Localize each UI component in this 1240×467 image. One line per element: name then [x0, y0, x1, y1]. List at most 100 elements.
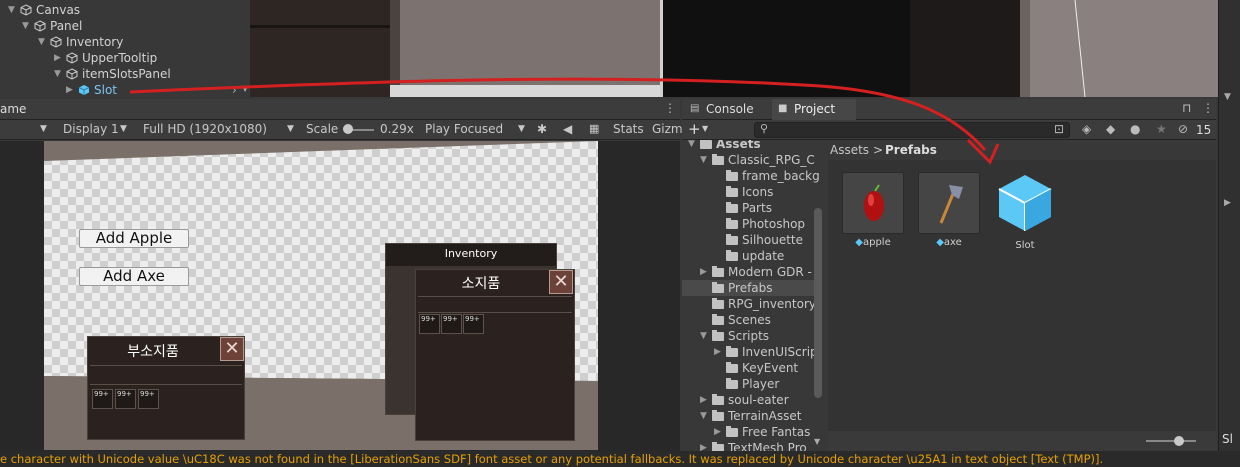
tree-item-icons[interactable]: Icons	[726, 184, 773, 200]
tree-item-scripts[interactable]: ▼ Scripts	[700, 328, 769, 344]
collapse-arrow-icon[interactable]: ▶	[700, 267, 712, 277]
tree-item-invenuiscript[interactable]: ▶ InvenUIScrip	[714, 344, 818, 360]
lock-icon[interactable]: ⊓	[1182, 101, 1191, 115]
play-mode-select[interactable]: Play Focused	[425, 122, 503, 136]
console-status-message[interactable]: e character with Unicode value \uC18C wa…	[0, 451, 1240, 467]
tab-console[interactable]: Console	[706, 102, 754, 116]
collapse-arrow-icon[interactable]: ▶	[1224, 198, 1231, 208]
scene-view[interactable]	[250, 0, 1218, 97]
bug-icon[interactable]: ✱	[537, 122, 547, 136]
tree-item-frame-background[interactable]: frame_backg	[726, 168, 820, 184]
tree-item-player[interactable]: Player	[726, 376, 779, 392]
warning-filter-icon[interactable]: ●	[1130, 122, 1140, 136]
favorite-star-icon[interactable]: ★	[1156, 122, 1167, 136]
inventory-slot[interactable]: 99+	[441, 314, 462, 334]
inventory-slot[interactable]: 99+	[92, 389, 113, 409]
chevron-right-icon[interactable]: ›	[232, 83, 237, 97]
asset-axe[interactable]: ◆axe	[918, 172, 980, 248]
icon-size-slider[interactable]	[1146, 440, 1196, 442]
more-options-icon[interactable]: ⋮	[1202, 101, 1214, 115]
inventory-slot[interactable]: 99+	[463, 314, 484, 334]
dropdown-arrow-icon[interactable]: ▼	[518, 124, 525, 134]
resolution-select[interactable]: Full HD (1920x1080)	[143, 122, 267, 136]
dropdown-arrow-icon[interactable]: ▼	[702, 124, 708, 133]
hierarchy-item-label: itemSlotsPanel	[82, 67, 171, 81]
search-options-icon[interactable]: ⊡	[1054, 122, 1064, 136]
tree-item-assets[interactable]: ▼ Assets	[688, 140, 761, 152]
grid-icon[interactable]: ▦	[589, 122, 599, 135]
dropdown-arrow-icon[interactable]: ▼	[287, 124, 294, 134]
breadcrumb-prefabs[interactable]: Prefabs	[885, 143, 937, 157]
inventory-slot[interactable]: 99+	[419, 314, 440, 334]
expand-arrow-icon[interactable]: ▼	[54, 69, 66, 79]
collapse-arrow-icon[interactable]: ▶	[54, 53, 66, 63]
expand-arrow-icon[interactable]: ▼	[22, 21, 34, 31]
more-options-icon[interactable]: ⋮	[664, 101, 676, 115]
collapse-arrow-icon[interactable]: ▶	[714, 427, 726, 437]
add-apple-button[interactable]: Add Apple	[79, 229, 189, 248]
scroll-down-icon[interactable]: ▼	[814, 437, 820, 446]
icon-size-slider-handle[interactable]	[1174, 436, 1184, 446]
add-icon[interactable]: +	[688, 120, 701, 138]
tree-item-scenes[interactable]: Scenes	[712, 312, 771, 328]
tab-project[interactable]: ■ Project	[772, 99, 856, 120]
close-icon[interactable]: ✕	[220, 337, 244, 361]
tree-item-update[interactable]: update	[726, 248, 784, 264]
label-icon[interactable]: ◆	[1106, 122, 1115, 136]
hierarchy-item-panel[interactable]: ▼ Panel	[22, 18, 82, 34]
tree-item-label: Player	[742, 377, 780, 391]
collapse-arrow-icon[interactable]: ▶	[66, 85, 78, 95]
hierarchy-item-slot[interactable]: ▶ Slot	[66, 82, 117, 98]
tree-item-silhouette[interactable]: Silhouette	[726, 232, 803, 248]
search-input[interactable]: ⚲	[754, 122, 1070, 138]
tree-item-modern-gdr[interactable]: ▶ Modern GDR -	[700, 264, 812, 280]
inventory-slot[interactable]: 99+	[138, 389, 159, 409]
folder-icon	[726, 185, 738, 197]
dropdown-arrow-icon[interactable]: ▼	[40, 124, 47, 134]
display-select[interactable]: Display 1	[63, 122, 119, 136]
expand-arrow-icon[interactable]: ▼	[38, 37, 50, 47]
hierarchy-item-canvas[interactable]: ▼ Canvas	[8, 2, 80, 18]
tree-item-label: Photoshop	[742, 217, 806, 231]
tree-item-rpg-inventory[interactable]: RPG_inventory	[712, 296, 816, 312]
collapse-arrow-icon[interactable]: ▶	[714, 347, 726, 357]
dropdown-arrow-icon[interactable]: ▼	[1224, 92, 1231, 102]
expand-arrow-icon[interactable]: ▼	[8, 5, 20, 15]
hierarchy-item-itemslotspanel[interactable]: ▼ itemSlotsPanel	[54, 66, 171, 82]
tree-scrollbar[interactable]	[814, 208, 822, 398]
expand-arrow-icon[interactable]: ▼	[700, 411, 712, 421]
dropdown-arrow-icon[interactable]: ▼	[242, 84, 248, 93]
tree-item-photoshop[interactable]: Photoshop	[726, 216, 805, 232]
tree-item-terrainasset[interactable]: ▼ TerrainAsset	[700, 408, 801, 424]
tree-item-soul-eater[interactable]: ▶ soul-eater	[700, 392, 789, 408]
tree-item-prefabs[interactable]: Prefabs	[682, 280, 822, 296]
close-icon[interactable]: ✕	[549, 270, 573, 294]
game-viewport[interactable]: Add Apple Add Axe 부소지품 ✕ 99+ 99+ 99+ Inv…	[44, 141, 598, 450]
filter-type-icon[interactable]: ◈	[1082, 122, 1091, 136]
audio-icon[interactable]: ◀	[563, 122, 572, 136]
tree-item-textmesh-pro[interactable]: ▶ TextMesh Pro	[700, 440, 807, 451]
collapse-arrow-icon[interactable]: ▶	[700, 443, 712, 451]
dropdown-arrow-icon[interactable]: ▼	[120, 124, 127, 134]
tree-item-classic-rpg[interactable]: ▼ Classic_RPG_C	[700, 152, 815, 168]
hidden-packages-icon[interactable]: ⊘	[1178, 122, 1188, 136]
breadcrumb-assets[interactable]: Assets	[830, 143, 869, 157]
asset-apple[interactable]: ◆apple	[842, 172, 904, 248]
expand-arrow-icon[interactable]: ▼	[688, 140, 700, 149]
tree-item-free-fantasy[interactable]: ▶ Free Fantas	[714, 424, 810, 440]
tree-item-parts[interactable]: Parts	[726, 200, 772, 216]
add-axe-button[interactable]: Add Axe	[79, 267, 189, 286]
collapse-arrow-icon[interactable]: ▶	[700, 395, 712, 405]
scale-slider-handle[interactable]	[343, 124, 353, 134]
expand-arrow-icon[interactable]: ▼	[700, 155, 712, 165]
project-toolbar: + ▼ ⚲ ⊡ ◈ ◆ ● ★ ⊘ 15	[682, 120, 1216, 140]
hierarchy-item-uppertooltip[interactable]: ▶ UpperTooltip	[54, 50, 157, 66]
expand-arrow-icon[interactable]: ▼	[700, 331, 712, 341]
asset-slot[interactable]: Slot	[994, 172, 1056, 251]
gizmos-button[interactable]: Gizm	[652, 122, 683, 136]
inventory-slot[interactable]: 99+	[115, 389, 136, 409]
hierarchy-item-inventory[interactable]: ▼ Inventory	[38, 34, 123, 50]
tab-game[interactable]: ame	[0, 102, 26, 116]
tree-item-keyevent[interactable]: KeyEvent	[726, 360, 798, 376]
stats-button[interactable]: Stats	[613, 122, 644, 136]
